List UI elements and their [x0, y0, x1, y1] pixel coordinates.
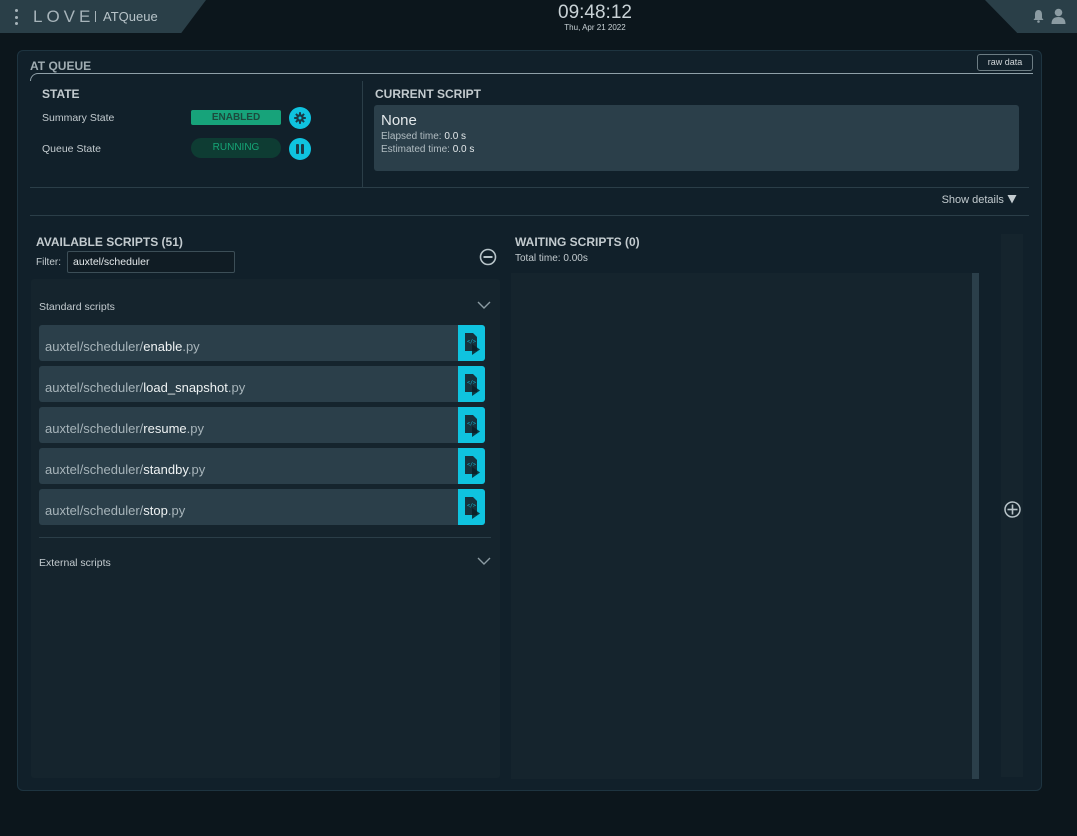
pause-queue-button[interactable]	[289, 138, 311, 160]
script-leaf-name: standby	[143, 462, 188, 477]
current-script-name: None	[381, 112, 417, 129]
script-prefix: auxtel/scheduler/	[45, 503, 144, 518]
script-item[interactable]: auxtel/scheduler/load_snapshot.py </>	[39, 366, 485, 402]
svg-text:</>: </>	[467, 503, 476, 509]
queue-state-label: Queue State	[42, 143, 101, 155]
at-queue-panel: AT QUEUE raw data STATE Summary State EN…	[17, 50, 1042, 791]
clock: 09:48:12 Thu, Apr 21 2022	[0, 2, 1077, 33]
svg-text:</>: </>	[467, 339, 476, 345]
script-path: auxtel/scheduler/load_snapshot.py	[45, 380, 245, 395]
vertical-divider	[362, 81, 363, 187]
script-prefix: auxtel/scheduler/	[45, 339, 144, 354]
script-ext: .py	[182, 339, 200, 354]
launch-script-button[interactable]: </>	[458, 325, 485, 361]
summary-state-settings-button[interactable]	[289, 107, 311, 129]
launch-script-button[interactable]: </>	[458, 448, 485, 484]
current-script-title: CURRENT SCRIPT	[375, 87, 482, 101]
estimated-time-label: Estimated time:	[381, 144, 453, 155]
triangle-down-icon	[1007, 195, 1017, 204]
svg-text:</>: </>	[467, 421, 476, 427]
script-launch-icon: </>	[464, 456, 480, 478]
add-circle-icon[interactable]	[1004, 501, 1021, 518]
waiting-scripts-title: WAITING SCRIPTS (0)	[515, 235, 640, 249]
elapsed-time-label: Elapsed time:	[381, 131, 445, 142]
available-scripts-list: Standard scripts auxtel/scheduler/enable…	[31, 279, 500, 778]
waiting-scripts-list	[511, 273, 979, 779]
divider	[30, 215, 1029, 216]
script-leaf-name: load_snapshot	[143, 380, 228, 395]
script-prefix: auxtel/scheduler/	[45, 380, 144, 395]
title-underline	[30, 73, 1033, 81]
clock-time: 09:48:12	[558, 2, 632, 23]
bell-icon[interactable]	[1032, 9, 1045, 23]
script-path: auxtel/scheduler/enable.py	[45, 339, 200, 354]
chevron-down-icon	[477, 557, 491, 565]
state-title: STATE	[42, 87, 80, 101]
summary-state-badge: ENABLED	[191, 110, 281, 125]
panel-title: AT QUEUE	[30, 59, 92, 73]
launch-script-button[interactable]: </>	[458, 407, 485, 443]
svg-text:</>: </>	[467, 380, 476, 386]
divider	[30, 187, 1029, 188]
script-ext: .py	[167, 503, 186, 518]
waiting-list-scrollbar[interactable]	[972, 273, 979, 779]
current-script-card: None Elapsed time: 0.0 s Estimated time:…	[374, 105, 1019, 171]
script-item[interactable]: auxtel/scheduler/enable.py </>	[39, 325, 485, 361]
script-path: auxtel/scheduler/standby.py	[45, 462, 205, 477]
summary-state-label: Summary State	[42, 112, 115, 124]
script-launch-icon: </>	[464, 374, 480, 396]
launch-script-button[interactable]: </>	[458, 489, 485, 525]
svg-text:</>: </>	[467, 462, 476, 468]
group-external-scripts[interactable]: External scripts	[39, 557, 491, 569]
show-details-toggle[interactable]: Show details	[942, 194, 1017, 206]
available-scripts-title: AVAILABLE SCRIPTS (51)	[36, 235, 183, 249]
pause-icon	[296, 144, 304, 154]
group-label: Standard scripts	[39, 301, 115, 313]
script-path: auxtel/scheduler/resume.py	[45, 421, 204, 436]
group-standard-scripts[interactable]: Standard scripts	[39, 301, 491, 313]
script-launch-icon: </>	[464, 415, 480, 437]
filter-input[interactable]	[67, 251, 235, 273]
elapsed-time-value: 0.0 s	[444, 131, 467, 142]
group-label: External scripts	[39, 557, 111, 569]
script-item[interactable]: auxtel/scheduler/resume.py </>	[39, 407, 485, 443]
filter-label: Filter:	[36, 257, 61, 268]
script-launch-icon: </>	[464, 333, 480, 355]
show-details-label: Show details	[941, 194, 1004, 206]
script-leaf-name: stop	[143, 503, 168, 518]
script-leaf-name: enable	[143, 339, 183, 354]
script-ext: .py	[186, 421, 204, 436]
script-path: auxtel/scheduler/stop.py	[45, 503, 185, 518]
waiting-total-time: Total time: 0.00s	[515, 253, 588, 264]
queue-state-badge: RUNNING	[191, 138, 281, 158]
script-leaf-name: resume	[143, 421, 187, 436]
script-ext: .py	[227, 380, 246, 395]
group-divider	[39, 537, 491, 538]
gear-icon	[294, 112, 306, 124]
script-ext: .py	[187, 462, 206, 477]
clock-date: Thu, Apr 21 2022	[564, 23, 626, 32]
estimated-time-value: 0.0 s	[452, 144, 475, 155]
raw-data-button[interactable]: raw data	[977, 54, 1033, 71]
user-icon[interactable]	[1051, 8, 1066, 24]
estimated-time: Estimated time: 0.0 s	[381, 144, 1012, 155]
collapse-all-icon[interactable]	[479, 248, 497, 266]
chevron-down-icon	[477, 301, 491, 309]
launch-script-button[interactable]: </>	[458, 366, 485, 402]
top-bar: LOVE ATQueue 09:48:12 Thu, Apr 21 2022	[0, 0, 1077, 33]
script-prefix: auxtel/scheduler/	[45, 462, 144, 477]
script-prefix: auxtel/scheduler/	[45, 421, 144, 436]
elapsed-time: Elapsed time: 0.0 s	[381, 131, 1012, 142]
script-launch-icon: </>	[464, 497, 480, 519]
script-item[interactable]: auxtel/scheduler/stop.py </>	[39, 489, 485, 525]
script-item[interactable]: auxtel/scheduler/standby.py </>	[39, 448, 485, 484]
